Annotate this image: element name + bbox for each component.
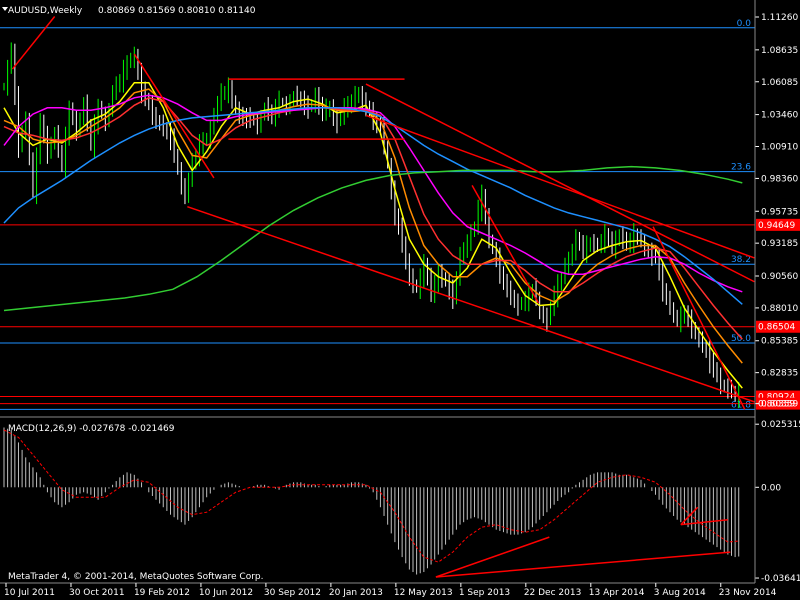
y-axis-tick-label: 0.80359 <box>761 400 798 410</box>
y-axis-tick-label: 1.11260 <box>761 13 798 23</box>
y-axis-tick-label: 0.88010 <box>761 304 798 314</box>
x-axis-tick-label: 23 Nov 2014 <box>719 588 777 598</box>
fib-level-label: 23.6 <box>731 163 751 173</box>
x-axis-tick-label: 12 May 2013 <box>394 588 453 598</box>
macd-trend-line <box>435 551 731 578</box>
level-price-label: 0.86504 <box>758 323 795 333</box>
x-axis-tick-label: 10 Jul 2011 <box>4 588 55 598</box>
y-axis-tick-label: 0.93185 <box>761 239 798 249</box>
y-axis-tick-label: 1.06085 <box>761 78 798 88</box>
y-axis-tick-label: 0.95735 <box>761 207 798 217</box>
x-axis-tick-label: 1 Sep 2013 <box>459 588 510 598</box>
macd-y-axis-tick-label: -0.03641 <box>761 574 800 584</box>
x-axis-tick-label: 20 Jan 2013 <box>329 588 383 598</box>
chart-title: AUDUSD,Weekly <box>8 6 83 16</box>
y-axis-tick-label: 1.03460 <box>761 111 798 121</box>
x-axis-tick-label: 22 Dec 2013 <box>524 588 582 598</box>
copyright-text: MetaTrader 4, © 2001-2014, MetaQuotes So… <box>8 572 264 582</box>
y-axis-tick-label: 0.90560 <box>761 272 798 282</box>
macd-y-axis-tick-label: 0.025315 <box>761 420 800 430</box>
y-axis-tick-label: 1.00910 <box>761 143 798 153</box>
level-price-label: 0.94649 <box>758 221 795 231</box>
macd-signal-line <box>3 429 740 563</box>
y-axis-tick-label: 0.82835 <box>761 369 798 379</box>
x-axis-tick-label: 13 Apr 2014 <box>589 588 645 598</box>
fib-level-label: 0.0 <box>737 19 752 29</box>
price-panel: 0.023.638.250.061.8 0.946490.865040.8092… <box>0 0 800 415</box>
x-axis-tick-label: 30 Sep 2012 <box>264 588 321 598</box>
chart-canvas: 0.023.638.250.061.8 0.946490.865040.8092… <box>0 0 800 598</box>
y-axis-tick-label: 1.08635 <box>761 46 798 56</box>
x-axis-tick-label: 10 Jun 2012 <box>199 588 253 598</box>
macd-panel: 0.025315 0.00 -0.03641 MACD(12,26,9) -0.02… <box>3 420 800 584</box>
price-panel-bg <box>0 0 755 415</box>
ohlc-readout: 0.80869 0.81569 0.80810 0.81140 <box>98 6 256 16</box>
macd-title: MACD(12,26,9) -0.027678 -0.021469 <box>8 424 175 434</box>
fib-level-label: 38.2 <box>731 255 751 265</box>
x-axis-tick-label: 3 Aug 2014 <box>654 588 706 598</box>
y-axis-tick-label: 0.98360 <box>761 174 798 184</box>
y-axis-tick-label: 0.85385 <box>761 337 798 347</box>
x-axis-tick-label: 19 Feb 2012 <box>134 588 190 598</box>
x-axis-tick-label: 30 Oct 2011 <box>69 588 125 598</box>
macd-trend-line <box>435 536 550 578</box>
macd-y-axis-tick-label: 0.00 <box>761 483 781 493</box>
